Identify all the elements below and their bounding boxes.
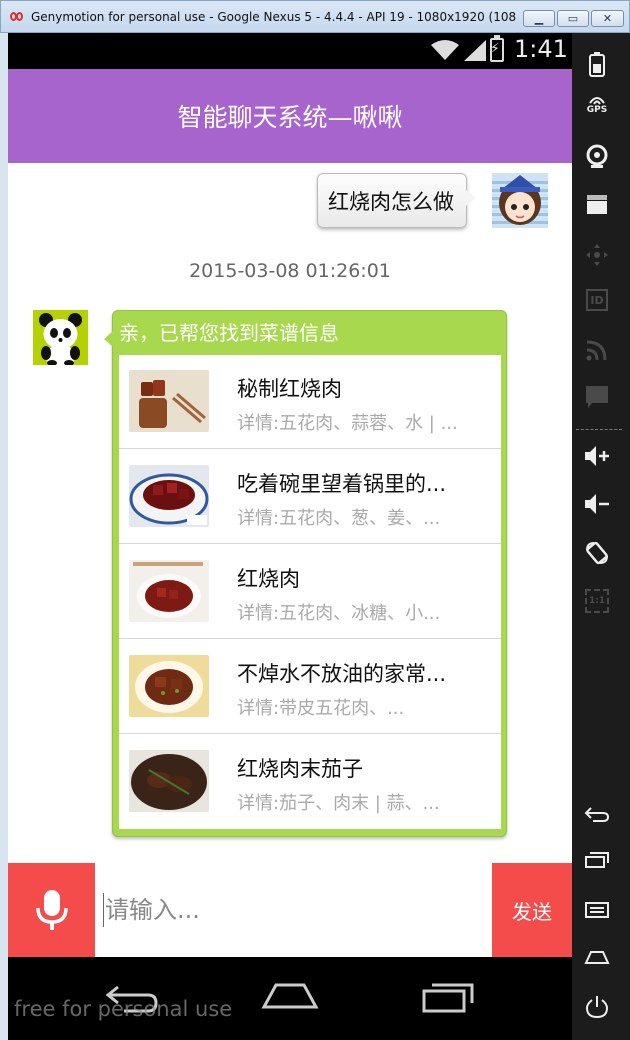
recipe-item[interactable]: 红烧肉 详情:五花肉、冰糖、小... [119, 545, 501, 639]
recipe-title: 红烧肉 [237, 567, 300, 591]
side-back-button[interactable] [572, 805, 622, 823]
recipe-item[interactable]: 吃着碗里望着锅里的... 详情:五花肉、葱、姜、... [119, 450, 501, 544]
reply-bubble: 亲，已帮您找到菜谱信息 秘制红烧肉 详情:五花肉、蒜蓉、水 | ... 吃着碗里… [104, 310, 507, 837]
capture-widget-button[interactable] [572, 193, 622, 215]
recent-apps-icon [585, 852, 609, 868]
message-timestamp: 2015-03-08 01:26:01 [189, 260, 391, 282]
send-button[interactable]: 发送 [492, 863, 572, 957]
sent-message-bubble[interactable]: 红烧肉怎么做 [317, 173, 476, 228]
recipe-thumbnail [129, 560, 209, 622]
gps-widget-button[interactable]: GPS [572, 95, 622, 115]
genymotion-logo-icon [10, 11, 24, 22]
back-icon [584, 807, 610, 822]
side-menu-button[interactable] [572, 901, 622, 919]
volume-up-button[interactable] [572, 445, 622, 467]
maximize-icon: ▭ [567, 12, 579, 25]
dpad-widget-button [572, 243, 622, 267]
voice-input-button[interactable] [8, 863, 95, 957]
status-bar: 1:41 [8, 33, 572, 69]
volume-down-icon [585, 494, 609, 514]
watermark-text: free for personal use [14, 997, 233, 1021]
recipe-thumbnail [129, 655, 209, 717]
sidebar-divider [576, 429, 622, 430]
recipe-item[interactable]: 秘制红烧肉 详情:五花肉、蒜蓉、水 | ... [119, 355, 501, 449]
cast-widget-button [572, 339, 622, 361]
recipe-title: 不焯水不放油的家常... [237, 662, 447, 686]
gps-icon: GPS [587, 95, 607, 115]
recipe-title: 秘制红烧肉 [237, 377, 342, 401]
reply-header: 亲，已帮您找到菜谱信息 [119, 321, 339, 345]
recipe-detail: 详情:五花肉、葱、姜、... [237, 508, 441, 529]
volume-up-icon [585, 446, 609, 466]
device-id-widget-button: ID [572, 289, 622, 311]
window-title: Genymotion for personal use - Google Nex… [31, 10, 516, 24]
android-screen: 1:41 智能聊天系统—啾啾 红烧肉怎么做 2015-03-08 01:26:0… [8, 33, 572, 1040]
recipe-title: 吃着碗里望着锅里的... [237, 472, 447, 496]
signal-icon [464, 40, 486, 61]
menu-icon [585, 902, 609, 918]
message-input[interactable] [95, 863, 492, 957]
input-bar: 发送 [8, 863, 572, 957]
window-titlebar: Genymotion for personal use - Google Nex… [0, 0, 630, 33]
microphone-icon [35, 890, 68, 930]
chat-list[interactable]: 红烧肉怎么做 2015-03-08 01:26:01 亲，已帮您找到菜谱信息 秘… [8, 163, 572, 863]
window-maximize-button[interactable]: ▭ [557, 10, 589, 27]
page-title: 智能聊天系统—啾啾 [177, 103, 403, 132]
rss-icon [586, 340, 607, 361]
battery-charging-icon [490, 35, 504, 62]
user-avatar[interactable] [492, 173, 548, 228]
app-header: 智能聊天系统—啾啾 [8, 69, 572, 163]
recipe-detail: 详情:带皮五花肉、... [237, 698, 405, 719]
scale-icon: 1:1 [585, 589, 609, 613]
side-home-button[interactable] [572, 949, 622, 965]
status-time: 1:41 [514, 35, 568, 63]
navigation-bar: free for personal use [8, 957, 572, 1040]
minimize-icon: ▁ [534, 12, 544, 25]
recipe-title: 红烧肉末茄子 [237, 757, 363, 781]
recipe-thumbnail [129, 370, 209, 432]
recipe-item[interactable]: 不焯水不放油的家常... 详情:带皮五花肉、... [119, 640, 501, 734]
text-cursor [103, 893, 104, 927]
power-button[interactable] [572, 995, 622, 1019]
girl-avatar-icon [492, 173, 548, 228]
window-minimize-button[interactable]: ▁ [523, 10, 555, 27]
pixel-scale-button: 1:1 [572, 589, 622, 613]
rotate-button[interactable] [572, 541, 622, 565]
recipe-item[interactable]: 红烧肉末茄子 详情:茄子、肉末 | 蒜、... [119, 735, 501, 829]
recipe-thumbnail [129, 750, 209, 812]
window-close-button[interactable]: ✕ [591, 10, 624, 27]
close-icon: ✕ [602, 12, 613, 25]
panda-avatar-icon [33, 310, 88, 365]
recipe-detail: 详情:茄子、肉末 | 蒜、... [237, 793, 440, 814]
power-icon [585, 996, 609, 1019]
rotate-screen-icon [586, 541, 608, 565]
recipe-detail: 详情:五花肉、蒜蓉、水 | ... [237, 413, 458, 434]
battery-widget-button[interactable] [572, 51, 622, 77]
bot-avatar[interactable] [33, 310, 88, 365]
id-icon: ID [586, 289, 608, 311]
sent-message-text: 红烧肉怎么做 [328, 189, 454, 214]
recipe-list: 秘制红烧肉 详情:五花肉、蒜蓉、水 | ... 吃着碗里望着锅里的... 详情:… [119, 355, 501, 829]
dpad-icon [586, 244, 608, 266]
message-icon [586, 386, 608, 408]
camera-widget-button[interactable] [572, 144, 622, 170]
clapperboard-icon [587, 195, 607, 214]
battery-icon [589, 52, 605, 77]
recent-apps-icon[interactable] [420, 979, 478, 1015]
webcam-icon [586, 144, 608, 168]
volume-down-button[interactable] [572, 493, 622, 515]
sms-widget-button [572, 385, 622, 409]
recipe-thumbnail [129, 465, 209, 527]
home-icon[interactable] [260, 979, 320, 1015]
home-icon [584, 951, 610, 964]
genymotion-sidebar: GPS ID 1:1 [572, 33, 630, 1040]
recipe-detail: 详情:五花肉、冰糖、小... [237, 603, 441, 624]
wifi-icon [431, 40, 459, 60]
side-recent-apps-button[interactable] [572, 851, 622, 869]
